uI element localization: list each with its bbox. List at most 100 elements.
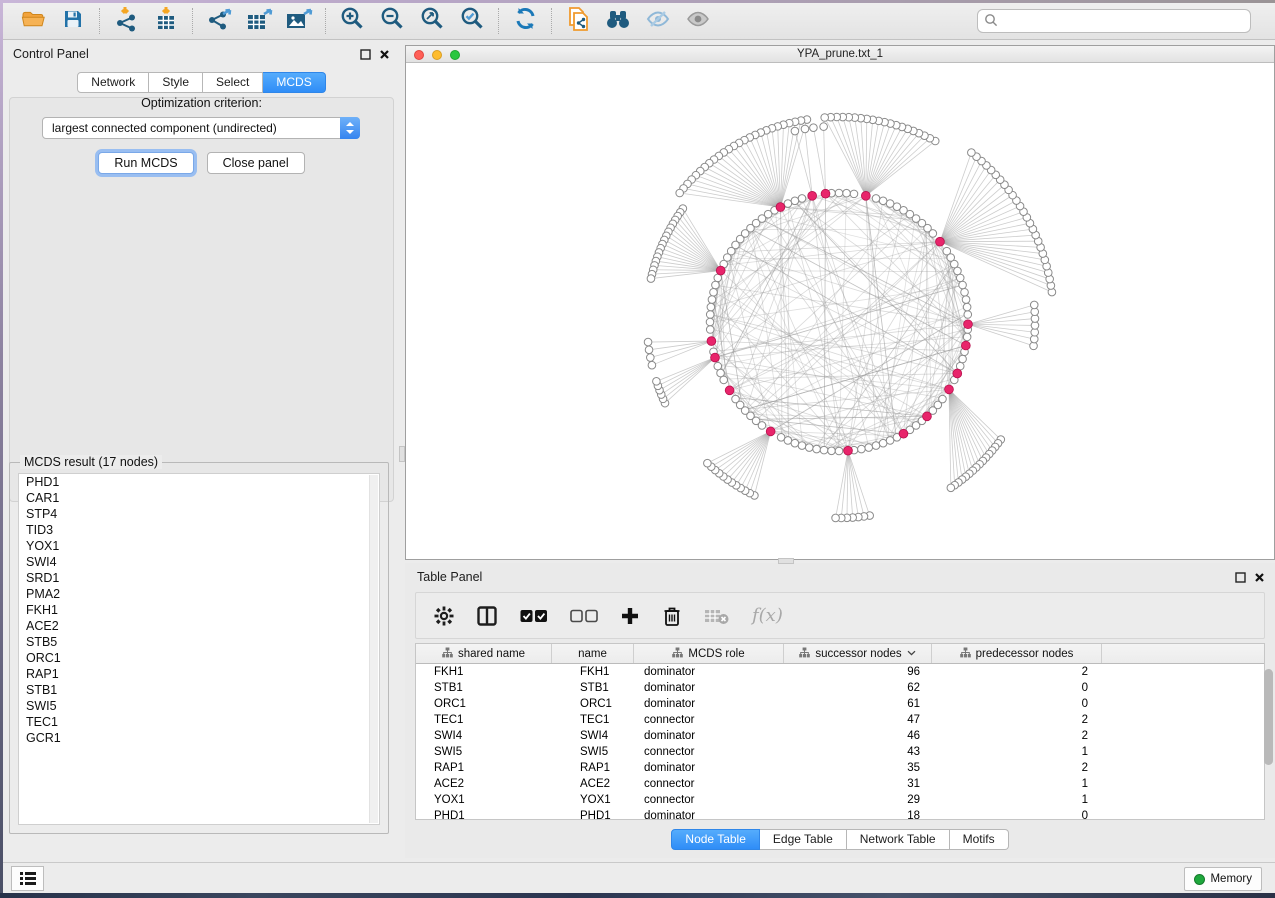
column-header-successor-nodes[interactable]: successor nodes — [784, 644, 932, 663]
search-input[interactable] — [977, 9, 1251, 33]
mcds-result-item[interactable]: SWI4 — [19, 554, 379, 570]
add-column-button[interactable] — [620, 606, 640, 626]
zoom-out-button[interactable] — [372, 6, 412, 36]
table-row[interactable]: RAP1RAP1dominator352 — [416, 760, 1264, 776]
table-row[interactable]: YOX1YOX1connector291 — [416, 792, 1264, 808]
table-settings-button[interactable] — [434, 606, 454, 626]
cell-name: SWI5 — [552, 744, 634, 760]
export-network-button[interactable] — [199, 6, 239, 36]
apply-layout-button[interactable] — [505, 6, 545, 36]
zoom-fit-button[interactable] — [412, 6, 452, 36]
table-row[interactable]: SWI4SWI4dominator462 — [416, 728, 1264, 744]
deselect-all-checkboxes-button[interactable] — [570, 609, 598, 623]
table-row[interactable]: SWI5SWI5connector431 — [416, 744, 1264, 760]
mcds-result-item[interactable]: STP4 — [19, 506, 379, 522]
cell-shared_name: YOX1 — [416, 792, 552, 808]
table-row[interactable]: PHD1PHD1dominator180 — [416, 808, 1264, 820]
export-image-button[interactable] — [279, 6, 319, 36]
mcds-result-item[interactable]: SWI5 — [19, 698, 379, 714]
save-session-button[interactable] — [53, 6, 93, 36]
column-panel-button[interactable] — [476, 605, 498, 627]
cell-successor_nodes: 31 — [784, 776, 932, 792]
clone-network-icon — [564, 5, 592, 38]
tab-mcds[interactable]: MCDS — [263, 72, 325, 93]
cell-mcds_role: connector — [634, 776, 784, 792]
zoom-in-icon — [339, 5, 366, 37]
vertical-splitter-handle[interactable] — [399, 446, 405, 462]
column-header-MCDS-role[interactable]: MCDS role — [634, 644, 784, 663]
float-panel-icon[interactable] — [1235, 570, 1246, 588]
mcds-result-item[interactable]: GCR1 — [19, 730, 379, 746]
tab-edge-table[interactable]: Edge Table — [760, 829, 847, 850]
close-panel-button[interactable]: Close panel — [207, 152, 305, 174]
network-canvas[interactable] — [406, 63, 1274, 559]
show-all-button[interactable] — [678, 6, 718, 36]
control-panel: Control Panel NetworkStyleSelectMCDS Opt… — [3, 40, 400, 862]
column-header-name[interactable]: name — [552, 644, 634, 663]
cell-shared_name: ORC1 — [416, 696, 552, 712]
mcds-result-item[interactable]: YOX1 — [19, 538, 379, 554]
table-row[interactable]: FKH1FKH1dominator962 — [416, 664, 1264, 680]
cell-shared_name: ACE2 — [416, 776, 552, 792]
task-history-button[interactable] — [11, 866, 44, 891]
tab-network-table[interactable]: Network Table — [847, 829, 950, 850]
result-list-scrollbar[interactable] — [369, 475, 378, 823]
desktop-wallpaper-strip — [0, 893, 1275, 898]
clone-network-button[interactable] — [558, 6, 598, 36]
float-panel-icon[interactable] — [360, 47, 371, 65]
zoom-selected-icon — [459, 5, 486, 37]
table-row[interactable]: STB1STB1dominator620 — [416, 680, 1264, 696]
table-row[interactable]: ACE2ACE2connector311 — [416, 776, 1264, 792]
delete-column-button[interactable] — [662, 605, 682, 627]
mcds-result-item[interactable]: STB1 — [19, 682, 379, 698]
cell-name: RAP1 — [552, 760, 634, 776]
hide-selected-button[interactable] — [638, 6, 678, 36]
import-network-button[interactable] — [106, 6, 146, 36]
export-table-button[interactable] — [239, 6, 279, 36]
column-header-predecessor-nodes[interactable]: predecessor nodes — [932, 644, 1102, 663]
column-header-label: shared name — [458, 648, 525, 660]
tab-network[interactable]: Network — [77, 72, 149, 93]
criterion-select[interactable]: largest connected component (undirected) — [42, 117, 360, 139]
table-panel-title: Table Panel — [417, 570, 482, 584]
mcds-result-item[interactable]: TID3 — [19, 522, 379, 538]
mcds-result-item[interactable]: CAR1 — [19, 490, 379, 506]
open-file-button[interactable] — [13, 6, 53, 36]
function-builder-disabled-button: f(x) — [752, 605, 783, 626]
mcds-result-item[interactable]: TEC1 — [19, 714, 379, 730]
mcds-result-item[interactable]: ORC1 — [19, 650, 379, 666]
network-graph[interactable] — [406, 63, 1275, 561]
table-scrollbar-thumb[interactable] — [1264, 669, 1273, 765]
table-row[interactable]: ORC1ORC1dominator610 — [416, 696, 1264, 712]
mcds-result-item[interactable]: STB5 — [19, 634, 379, 650]
network-window-titlebar[interactable]: YPA_prune.txt_1 — [406, 46, 1274, 63]
mcds-result-item[interactable]: RAP1 — [19, 666, 379, 682]
cell-predecessor_nodes: 1 — [932, 792, 1102, 808]
mcds-result-item[interactable]: PHD1 — [19, 474, 379, 490]
mcds-result-item[interactable]: PMA2 — [19, 586, 379, 602]
mcds-result-item[interactable]: SRD1 — [19, 570, 379, 586]
mcds-result-item[interactable]: FKH1 — [19, 602, 379, 618]
tab-motifs[interactable]: Motifs — [950, 829, 1009, 850]
close-panel-icon[interactable] — [1254, 570, 1265, 588]
cell-successor_nodes: 18 — [784, 808, 932, 820]
tab-select[interactable]: Select — [203, 72, 263, 93]
mcds-result-title: MCDS result (17 nodes) — [20, 455, 162, 469]
run-mcds-button[interactable]: Run MCDS — [98, 152, 193, 174]
mcds-result-list[interactable]: PHD1CAR1STP4TID3YOX1SWI4SRD1PMA2FKH1ACE2… — [18, 473, 380, 825]
find-button[interactable] — [598, 6, 638, 36]
memory-button[interactable]: Memory — [1184, 867, 1262, 891]
tab-node-table[interactable]: Node Table — [671, 829, 760, 850]
open-folder-icon — [20, 7, 47, 36]
table-row[interactable]: TEC1TEC1connector472 — [416, 712, 1264, 728]
column-header-shared-name[interactable]: shared name — [416, 644, 552, 663]
close-panel-icon[interactable] — [379, 47, 390, 65]
select-all-checkboxes-button[interactable] — [520, 609, 548, 623]
zoom-selected-button[interactable] — [452, 6, 492, 36]
tab-style[interactable]: Style — [149, 72, 203, 93]
horizontal-splitter-handle[interactable] — [778, 558, 794, 564]
cell-mcds_role: dominator — [634, 696, 784, 712]
zoom-in-button[interactable] — [332, 6, 372, 36]
import-table-button[interactable] — [146, 6, 186, 36]
mcds-result-item[interactable]: ACE2 — [19, 618, 379, 634]
